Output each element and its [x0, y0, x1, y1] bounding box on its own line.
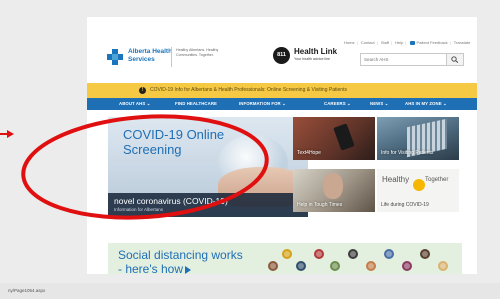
alert-text: COVID-19 Info for Albertans & Health Pro… — [150, 87, 347, 93]
ahs-cross-icon — [107, 49, 123, 65]
util-link-contact[interactable]: Contact — [361, 40, 375, 45]
status-bar: ny/Page1054.aspx — [0, 283, 500, 299]
covid-screening-hero[interactable]: COVID-19 Online Screening novel coronavi… — [108, 117, 308, 217]
ahs-name-line1: Alberta Health — [128, 48, 173, 55]
healthlink-name: Health Link — [294, 47, 338, 56]
nav-about-ahs[interactable]: ABOUT AHS ⌄ — [119, 101, 150, 107]
search-box — [360, 53, 464, 66]
tile-label: Life during COVID-19 — [381, 202, 429, 208]
healthlink-sub: Your health advice line — [294, 57, 331, 61]
ahs-logo[interactable]: Alberta Health Services Healthy Albertan… — [107, 47, 267, 73]
ahs-name-line2: Services — [128, 56, 155, 63]
sun-icon — [413, 179, 425, 191]
healthlink-logo[interactable]: 811 Health Link Your health advice line — [273, 47, 343, 67]
util-link-staff[interactable]: Staff — [381, 40, 389, 45]
hero-caption: novel coronavirus (COVID-19) Information… — [108, 193, 308, 217]
util-separator: | — [390, 40, 393, 45]
tile-visiting-patients[interactable]: Info for Visiting Patients — [377, 117, 459, 160]
hero-caption-sub: Information for Albertans — [114, 207, 164, 212]
website-page: Alberta Health Services Healthy Albertan… — [87, 17, 477, 274]
search-button[interactable] — [446, 54, 463, 65]
nav-ahs-in-my-zone[interactable]: AHS IN MY ZONE ⌄ — [405, 101, 447, 107]
alert-icon: ! — [139, 87, 146, 94]
main-nav: ABOUT AHS ⌄ FIND HEALTHCARE INFORMATION … — [87, 98, 477, 110]
patient-feedback-link[interactable]: Patient Feedback — [417, 40, 448, 45]
banner-text: Social distancing works - here's how — [118, 248, 248, 274]
util-link-home[interactable]: Home — [344, 40, 355, 45]
search-icon — [451, 56, 459, 63]
nav-information-for[interactable]: INFORMATION FOR ⌄ — [239, 101, 286, 107]
nav-careers[interactable]: CAREERS ⌄ — [324, 101, 351, 107]
util-separator: | — [449, 40, 451, 45]
covid-alert-bar[interactable]: ! COVID-19 Info for Albertans & Health P… — [87, 83, 477, 98]
tile-label: Text4Hope — [297, 150, 321, 156]
social-distancing-banner[interactable]: Social distancing works - here's how — [108, 243, 462, 274]
util-separator: | — [356, 40, 358, 45]
translate-link[interactable]: Translate — [454, 40, 471, 45]
hero-caption-title: novel coronavirus (COVID-19) — [114, 196, 228, 206]
phone-image — [333, 123, 355, 151]
healthlink-811-badge: 811 — [273, 47, 290, 64]
person-image — [323, 173, 343, 199]
status-url: ny/Page1054.aspx — [8, 288, 46, 293]
search-input[interactable] — [361, 54, 446, 65]
together-mark: Together — [425, 177, 449, 183]
play-icon — [185, 265, 191, 274]
utility-links: Home | Contact | Staff | Help | Patient Feed… — [344, 40, 472, 47]
util-separator: | — [376, 40, 378, 45]
tile-help-tough-times[interactable]: Help in Tough Times — [293, 169, 375, 212]
hero-title: COVID-19 Online Screening — [123, 127, 225, 157]
ahs-tagline: Healthy Albertans. Healthy Communities. … — [176, 48, 219, 57]
red-arrow-head — [7, 130, 14, 138]
tile-label: Help in Tough Times — [297, 202, 343, 208]
util-separator: | — [405, 40, 407, 45]
banner-text-content: Social distancing works - here's how — [118, 248, 243, 274]
feedback-icon — [409, 40, 415, 45]
util-link-help[interactable]: Help — [395, 40, 403, 45]
nav-find-healthcare[interactable]: FIND HEALTHCARE — [175, 101, 217, 106]
healthy-mark: Healthy — [382, 175, 410, 184]
tile-text4hope[interactable]: Text4Hope — [293, 117, 375, 160]
nav-news[interactable]: NEWS ⌄ — [370, 101, 388, 107]
tile-life-during-covid[interactable]: Healthy Together Life during COVID-19 — [377, 169, 459, 212]
tile-label: Info for Visiting Patients — [381, 150, 434, 156]
logo-divider — [171, 47, 172, 67]
people-illustration — [248, 245, 462, 274]
